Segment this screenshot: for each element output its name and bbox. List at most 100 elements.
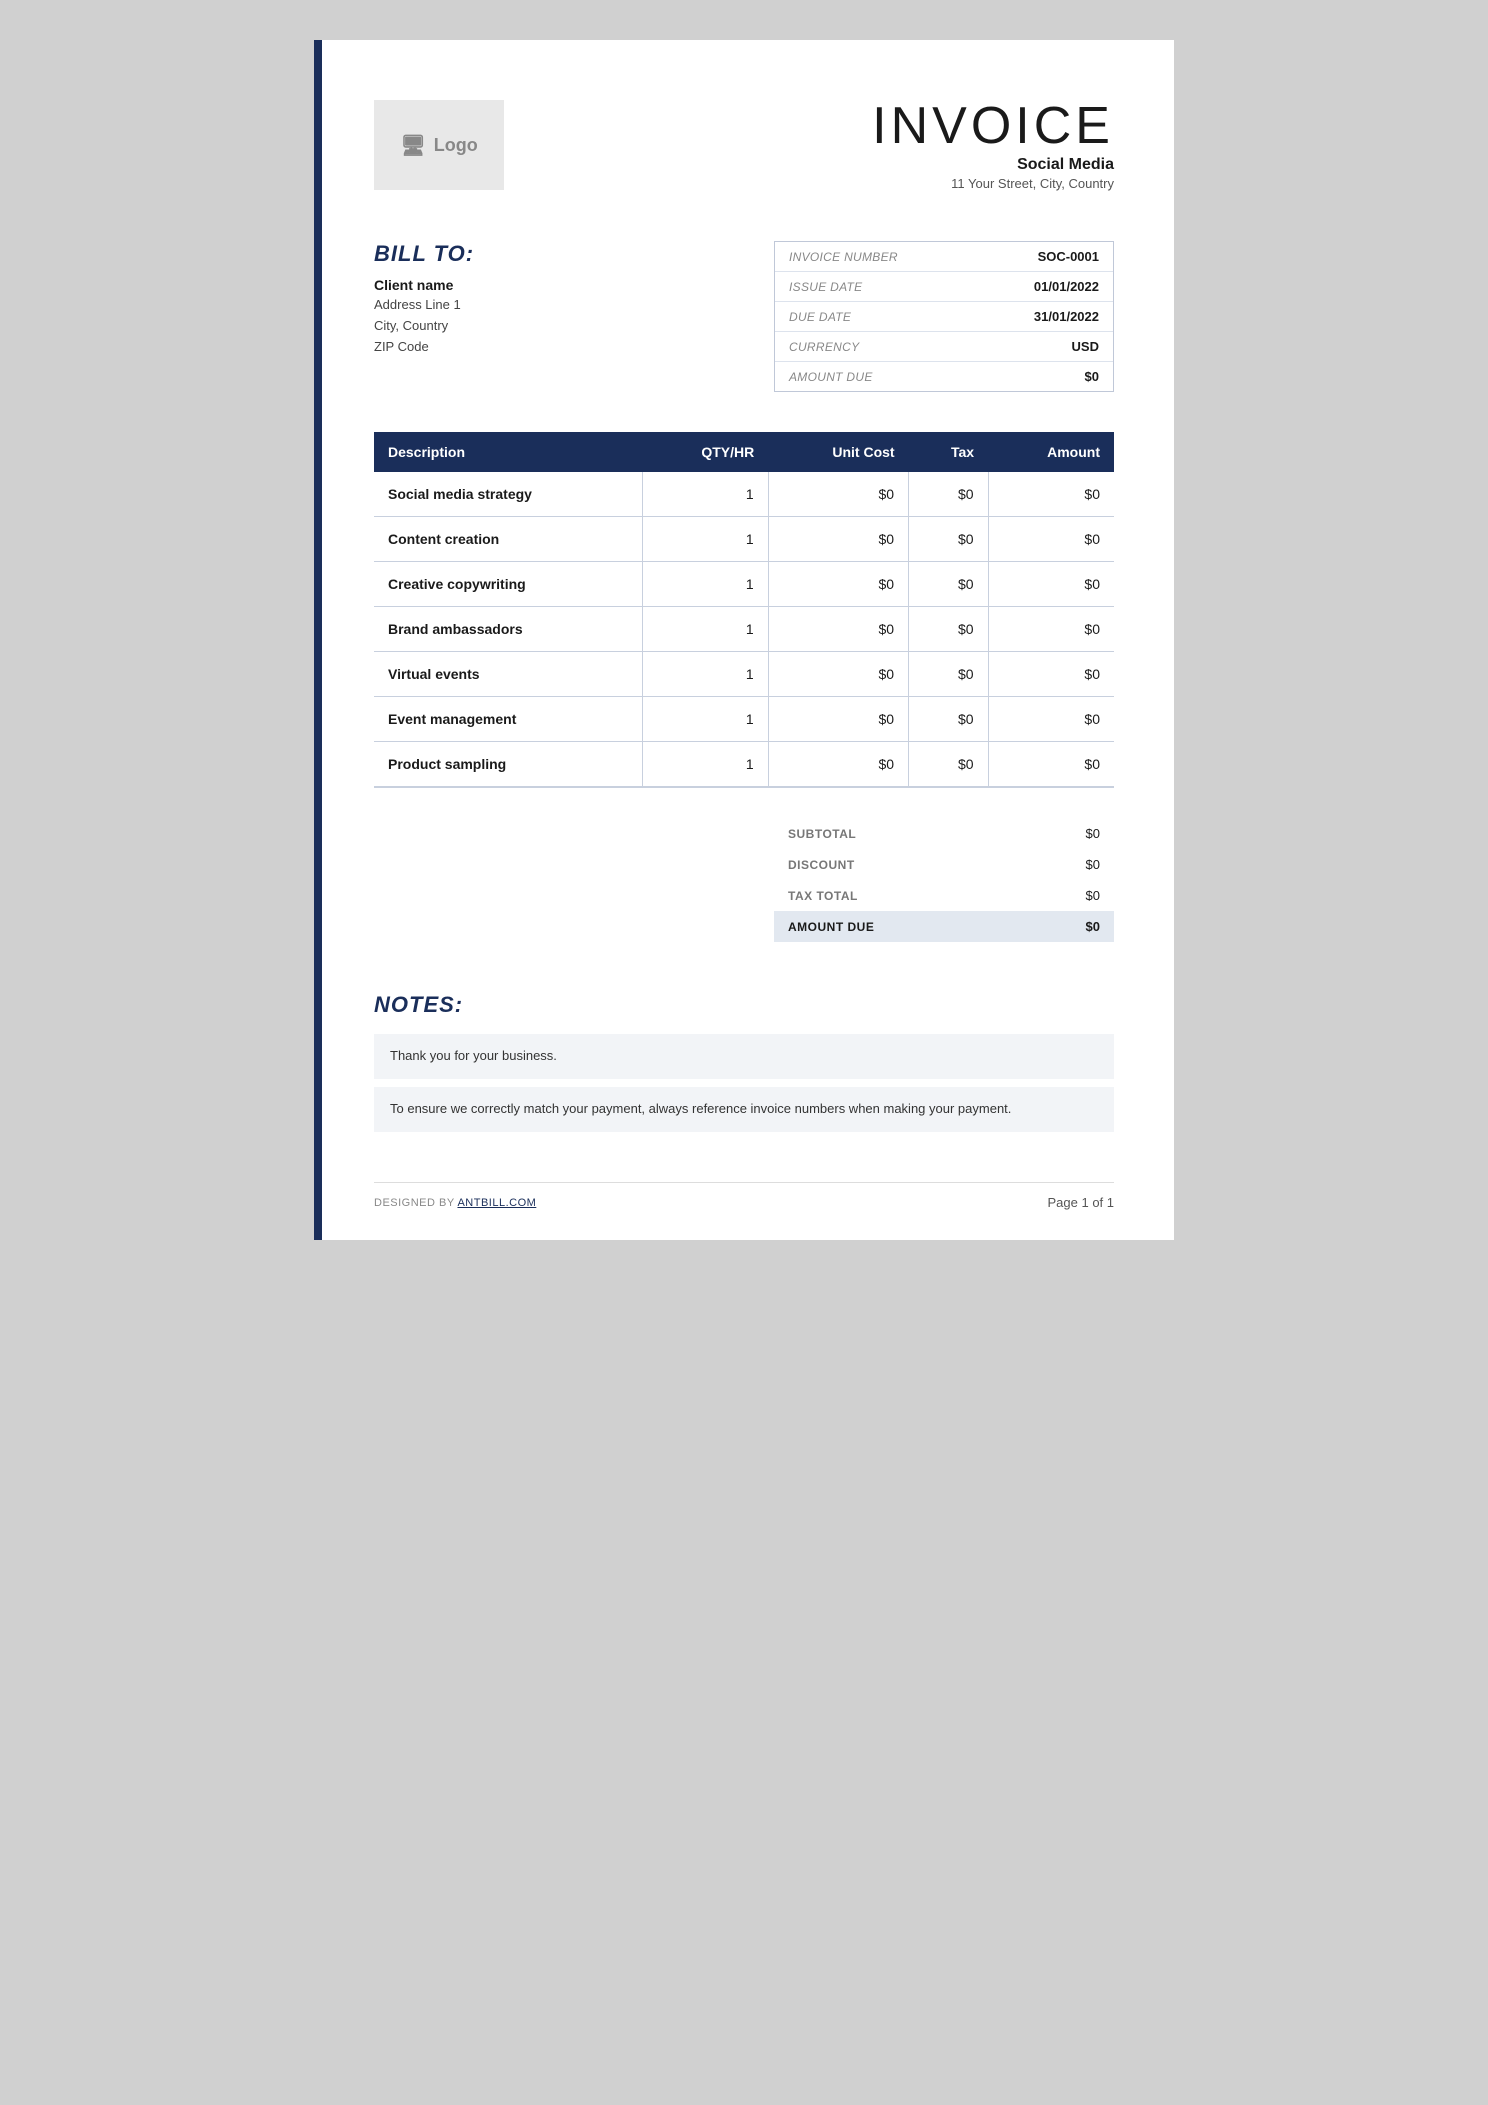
subtotal-label: SUBTOTAL — [774, 818, 1022, 849]
row-unit-cost: $0 — [768, 697, 908, 742]
tax-total-value: $0 — [1022, 880, 1114, 911]
table-header-row: Description QTY/HR Unit Cost Tax Amount — [374, 432, 1114, 472]
row-unit-cost: $0 — [768, 517, 908, 562]
row-amount: $0 — [988, 472, 1114, 517]
row-tax: $0 — [909, 517, 989, 562]
row-tax: $0 — [909, 562, 989, 607]
row-description: Creative copywriting — [374, 562, 642, 607]
row-qty: 1 — [642, 607, 768, 652]
col-unit-cost: Unit Cost — [768, 432, 908, 472]
invoice-detail-row: AMOUNT DUE $0 — [775, 362, 1113, 392]
invoice-detail-label: INVOICE NUMBER — [775, 242, 976, 272]
amount-due-row: AMOUNT DUE $0 — [774, 911, 1114, 942]
invoice-details: INVOICE NUMBER SOC-0001 ISSUE DATE 01/01… — [774, 241, 1114, 392]
table-row: Creative copywriting 1 $0 $0 $0 — [374, 562, 1114, 607]
row-amount: $0 — [988, 742, 1114, 788]
invoice-title: INVOICE — [872, 100, 1114, 152]
invoice-detail-label: AMOUNT DUE — [775, 362, 976, 392]
invoice-detail-row: INVOICE NUMBER SOC-0001 — [775, 242, 1113, 272]
col-qty: QTY/HR — [642, 432, 768, 472]
row-tax: $0 — [909, 652, 989, 697]
row-amount: $0 — [988, 517, 1114, 562]
table-row: Product sampling 1 $0 $0 $0 — [374, 742, 1114, 788]
row-amount: $0 — [988, 697, 1114, 742]
row-qty: 1 — [642, 562, 768, 607]
subtotal-value: $0 — [1022, 818, 1114, 849]
row-qty: 1 — [642, 697, 768, 742]
client-name: Client name — [374, 277, 774, 293]
table-row: Virtual events 1 $0 $0 $0 — [374, 652, 1114, 697]
bill-to: BILL TO: Client name Address Line 1 City… — [374, 241, 774, 357]
invoice-detail-label: DUE DATE — [775, 302, 976, 332]
company-address: 11 Your Street, City, Country — [872, 176, 1114, 191]
row-unit-cost: $0 — [768, 472, 908, 517]
table-row: Content creation 1 $0 $0 $0 — [374, 517, 1114, 562]
row-tax: $0 — [909, 742, 989, 788]
amount-due-value: $0 — [1022, 911, 1114, 942]
notes-items: Thank you for your business. To ensure we… — [374, 1034, 1114, 1132]
address-line2: City, Country — [374, 316, 774, 337]
totals-inner-table: SUBTOTAL $0 DISCOUNT $0 TAX TOTAL $0 AMO… — [774, 818, 1114, 942]
col-description: Description — [374, 432, 642, 472]
invoice-detail-label: CURRENCY — [775, 332, 976, 362]
left-accent-bar — [314, 40, 322, 1240]
logo-box: 🖥 Logo — [374, 100, 504, 190]
antbill-link[interactable]: ANTBILL.COM — [457, 1197, 536, 1209]
row-amount: $0 — [988, 562, 1114, 607]
invoice-detail-row: ISSUE DATE 01/01/2022 — [775, 272, 1113, 302]
totals-section: SUBTOTAL $0 DISCOUNT $0 TAX TOTAL $0 AMO… — [374, 818, 1114, 942]
row-qty: 1 — [642, 742, 768, 788]
row-unit-cost: $0 — [768, 607, 908, 652]
row-unit-cost: $0 — [768, 562, 908, 607]
table-body: Social media strategy 1 $0 $0 $0 Content… — [374, 472, 1114, 787]
logo-icon: 🖥 — [400, 133, 425, 158]
note-item: Thank you for your business. — [374, 1034, 1114, 1079]
row-qty: 1 — [642, 517, 768, 562]
row-tax: $0 — [909, 697, 989, 742]
row-qty: 1 — [642, 652, 768, 697]
footer: DESIGNED BY ANTBILL.COM Page 1 of 1 — [374, 1182, 1114, 1210]
logo-text: Logo — [434, 135, 478, 156]
note-item: To ensure we correctly match your paymen… — [374, 1087, 1114, 1132]
notes-title: NOTES: — [374, 992, 1114, 1018]
tax-total-row: TAX TOTAL $0 — [774, 880, 1114, 911]
row-tax: $0 — [909, 472, 989, 517]
row-description: Social media strategy — [374, 472, 642, 517]
address-line3: ZIP Code — [374, 337, 774, 358]
invoice-detail-value: 31/01/2022 — [976, 302, 1113, 332]
notes-section: NOTES: Thank you for your business. To en… — [374, 992, 1114, 1132]
col-tax: Tax — [909, 432, 989, 472]
invoice-detail-label: ISSUE DATE — [775, 272, 976, 302]
row-description: Event management — [374, 697, 642, 742]
footer-left: DESIGNED BY ANTBILL.COM — [374, 1197, 536, 1209]
table-row: Event management 1 $0 $0 $0 — [374, 697, 1114, 742]
table-header: Description QTY/HR Unit Cost Tax Amount — [374, 432, 1114, 472]
invoice-details-table: INVOICE NUMBER SOC-0001 ISSUE DATE 01/01… — [775, 242, 1113, 391]
row-unit-cost: $0 — [768, 652, 908, 697]
header-right: INVOICE Social Media 11 Your Street, Cit… — [872, 100, 1114, 191]
address-line1: Address Line 1 — [374, 295, 774, 316]
row-description: Product sampling — [374, 742, 642, 788]
invoice-detail-row: DUE DATE 31/01/2022 — [775, 302, 1113, 332]
amount-due-label: AMOUNT DUE — [774, 911, 1022, 942]
row-description: Content creation — [374, 517, 642, 562]
row-description: Brand ambassadors — [374, 607, 642, 652]
row-amount: $0 — [988, 652, 1114, 697]
discount-value: $0 — [1022, 849, 1114, 880]
col-amount: Amount — [988, 432, 1114, 472]
table-row: Social media strategy 1 $0 $0 $0 — [374, 472, 1114, 517]
header: 🖥 Logo INVOICE Social Media 11 Your Stre… — [374, 100, 1114, 191]
invoice-detail-row: CURRENCY USD — [775, 332, 1113, 362]
discount-label: DISCOUNT — [774, 849, 1022, 880]
invoice-detail-value: 01/01/2022 — [976, 272, 1113, 302]
page-info: Page 1 of 1 — [1048, 1195, 1115, 1210]
row-description: Virtual events — [374, 652, 642, 697]
client-address: Address Line 1 City, Country ZIP Code — [374, 295, 774, 357]
row-amount: $0 — [988, 607, 1114, 652]
row-tax: $0 — [909, 607, 989, 652]
row-unit-cost: $0 — [768, 742, 908, 788]
row-qty: 1 — [642, 472, 768, 517]
line-items-table: Description QTY/HR Unit Cost Tax Amount … — [374, 432, 1114, 788]
invoice-detail-value: SOC-0001 — [976, 242, 1113, 272]
discount-row: DISCOUNT $0 — [774, 849, 1114, 880]
